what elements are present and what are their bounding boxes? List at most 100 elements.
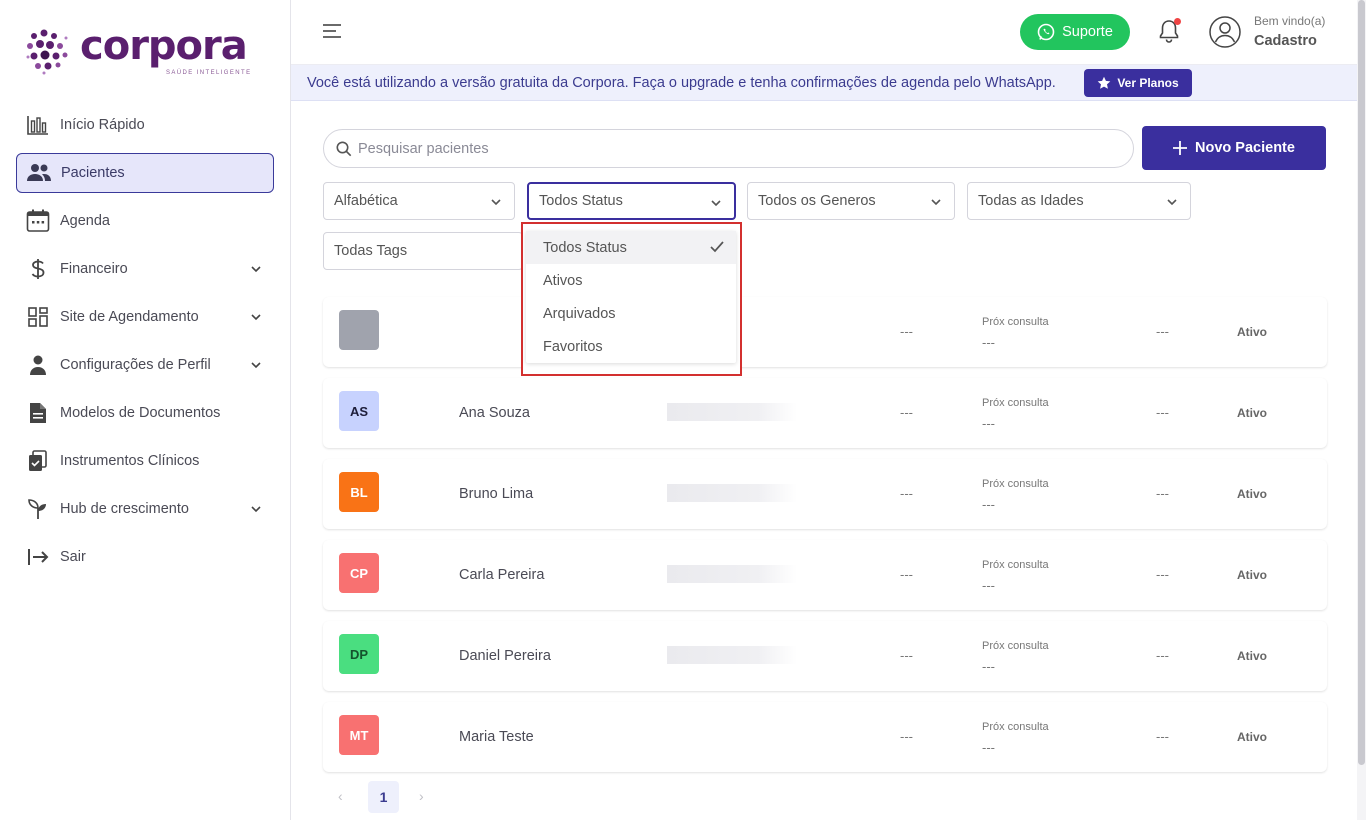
document-icon — [26, 401, 50, 425]
next-appointment-value: --- — [982, 497, 995, 512]
patient-avatar: CP — [339, 553, 379, 593]
chevron-down-icon — [251, 266, 261, 273]
status-option-todos[interactable]: Todos Status — [526, 231, 736, 264]
redacted-contact — [667, 646, 797, 664]
status-badge: Ativo — [1237, 487, 1267, 501]
sidebar-item-instrumentos-clinicos[interactable]: Instrumentos Clínicos — [16, 441, 274, 481]
status-badge: Ativo — [1237, 325, 1267, 339]
sidebar-item-label: Pacientes — [61, 165, 125, 181]
sidebar-item-inicio-rapido[interactable]: Início Rápido — [16, 105, 274, 145]
pagination-prev[interactable]: ‹ — [338, 788, 343, 804]
status-option-ativos[interactable]: Ativos — [526, 264, 736, 297]
patient-row[interactable]: CP Carla Pereira --- Próx consulta --- -… — [323, 540, 1327, 610]
patient-field: --- — [900, 324, 913, 339]
option-label: Arquivados — [543, 305, 616, 322]
status-dropdown-menu: Todos Status Ativos Arquivados Favoritos — [526, 231, 736, 363]
next-appointment-label: Próx consulta — [982, 640, 1049, 652]
patient-field: --- — [900, 648, 913, 663]
sidebar-item-sair[interactable]: Sair — [16, 537, 274, 577]
tags-select[interactable]: Todas Tags — [323, 232, 523, 270]
bar-chart-icon — [26, 113, 50, 137]
patient-row[interactable]: MT Maria Teste --- Próx consulta --- ---… — [323, 702, 1327, 772]
status-option-arquivados[interactable]: Arquivados — [526, 297, 736, 330]
calendar-icon — [26, 209, 50, 233]
check-icon — [710, 241, 724, 253]
status-select-value: Todos Status — [539, 193, 623, 209]
pagination-next[interactable]: › — [419, 788, 424, 804]
sidebar-item-label: Sair — [60, 549, 86, 565]
gender-select-value: Todos os Generos — [758, 193, 876, 209]
next-appointment-label: Próx consulta — [982, 478, 1049, 490]
patient-row[interactable]: --- Próx consulta --- --- Ativo — [323, 297, 1327, 367]
sidebar-item-agenda[interactable]: Agenda — [16, 201, 274, 241]
new-patient-button[interactable]: Novo Paciente — [1142, 126, 1326, 170]
scrollbar-thumb[interactable] — [1358, 0, 1365, 765]
sidebar-item-site-de-agendamento[interactable]: Site de Agendamento — [16, 297, 274, 337]
next-appointment-label: Próx consulta — [982, 559, 1049, 571]
sidebar-item-modelos-de-documentos[interactable]: Modelos de Documentos — [16, 393, 274, 433]
patient-row[interactable]: AS Ana Souza --- Próx consulta --- --- A… — [323, 378, 1327, 448]
username[interactable]: Cadastro — [1254, 33, 1317, 49]
search-box — [323, 129, 1134, 168]
sidebar-item-hub-de-crescimento[interactable]: Hub de crescimento — [16, 489, 274, 529]
sidebar-item-label: Início Rápido — [60, 117, 145, 133]
patient-name: Daniel Pereira — [459, 648, 551, 664]
age-select[interactable]: Todas as Idades — [967, 182, 1191, 220]
next-appointment-value: --- — [982, 335, 995, 350]
next-appointment-value: --- — [982, 740, 995, 755]
user-icon — [26, 353, 50, 377]
patient-avatar: AS — [339, 391, 379, 431]
menu-icon[interactable] — [321, 22, 343, 40]
chevron-down-icon — [251, 362, 261, 369]
patient-field: --- — [1156, 486, 1169, 501]
page-scrollbar[interactable] — [1357, 0, 1366, 820]
next-appointment-label: Próx consulta — [982, 397, 1049, 409]
next-appointment-label: Próx consulta — [982, 721, 1049, 733]
sidebar-item-pacientes[interactable]: Pacientes — [16, 153, 274, 193]
notifications-bell[interactable] — [1158, 18, 1182, 45]
sidebar-item-label: Hub de crescimento — [60, 501, 189, 517]
support-button[interactable]: Suporte — [1020, 14, 1130, 50]
sidebar-item-label: Modelos de Documentos — [60, 405, 221, 421]
plus-icon — [1173, 141, 1188, 155]
sidebar-item-configuracoes-de-perfil[interactable]: Configurações de Perfil — [16, 345, 274, 385]
patient-row[interactable]: DP Daniel Pereira --- Próx consulta --- … — [323, 621, 1327, 691]
patient-field: --- — [900, 729, 913, 744]
sidebar-item-financeiro[interactable]: Financeiro — [16, 249, 274, 289]
patient-avatar — [339, 310, 379, 350]
corpora-logo[interactable]: corpora SAÚDE INTELIGENTE — [26, 24, 250, 76]
banner-text: Você está utilizando a versão gratuita d… — [307, 75, 1056, 91]
user-avatar-icon[interactable] — [1209, 16, 1241, 48]
redacted-contact — [667, 403, 797, 421]
logo-tagline: SAÚDE INTELIGENTE — [166, 70, 252, 76]
patient-avatar: MT — [339, 715, 379, 755]
new-patient-label: Novo Paciente — [1195, 140, 1295, 156]
status-select[interactable]: Todos Status — [527, 182, 736, 220]
notification-dot — [1174, 18, 1181, 25]
logout-icon — [26, 545, 50, 569]
patient-field: --- — [900, 486, 913, 501]
patient-name: Maria Teste — [459, 729, 534, 745]
gender-select[interactable]: Todos os Generos — [747, 182, 955, 220]
order-select[interactable]: Alfabética — [323, 182, 515, 220]
upgrade-banner: Você está utilizando a versão gratuita d… — [291, 65, 1357, 101]
welcome-text: Bem vindo(a) — [1254, 14, 1326, 28]
search-icon — [336, 141, 352, 156]
patient-name: Ana Souza — [459, 405, 530, 421]
chevron-down-icon — [931, 199, 941, 206]
grid-icon — [26, 305, 50, 329]
ver-planos-button[interactable]: Ver Planos — [1084, 69, 1192, 97]
patient-row[interactable]: BL Bruno Lima --- Próx consulta --- --- … — [323, 459, 1327, 529]
next-appointment-value: --- — [982, 416, 995, 431]
clipboard-icon — [26, 449, 50, 473]
topbar: Suporte Bem vindo(a) Cadastro — [291, 0, 1357, 65]
sidebar-item-label: Site de Agendamento — [60, 309, 199, 325]
search-input[interactable] — [358, 140, 1118, 157]
status-option-favoritos[interactable]: Favoritos — [526, 330, 736, 363]
status-badge: Ativo — [1237, 568, 1267, 582]
ver-planos-label: Ver Planos — [1117, 76, 1179, 90]
chevron-down-icon — [711, 200, 721, 207]
pagination-page[interactable]: 1 — [368, 781, 399, 813]
chevron-down-icon — [251, 314, 261, 321]
redacted-contact — [667, 565, 797, 583]
